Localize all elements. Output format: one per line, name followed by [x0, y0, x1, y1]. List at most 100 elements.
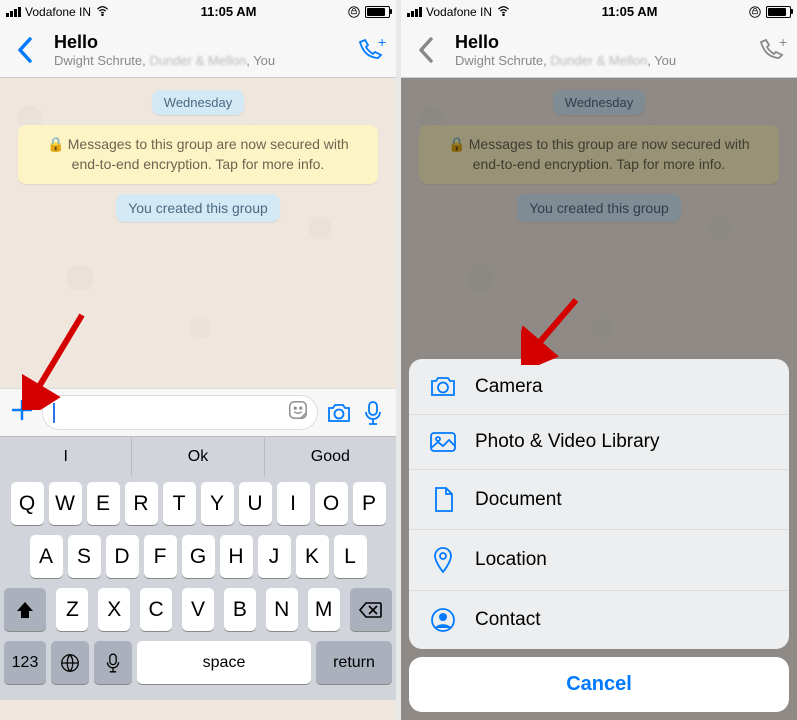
key-i[interactable]: I: [277, 482, 310, 525]
signal-icon: [407, 7, 422, 17]
chat-title: Hello: [54, 32, 342, 53]
wifi-icon: [95, 3, 110, 21]
key-h[interactable]: H: [220, 535, 253, 578]
key-return[interactable]: return: [316, 641, 392, 684]
mic-button[interactable]: [360, 400, 386, 426]
sheet-item-contact[interactable]: Contact: [409, 591, 789, 649]
key-c[interactable]: C: [140, 588, 172, 631]
status-time: 11:05 AM: [602, 4, 658, 19]
sheet-item-label: Camera: [475, 376, 543, 398]
key-o[interactable]: O: [315, 482, 348, 525]
orientation-lock-icon: [347, 5, 361, 19]
attach-button[interactable]: [10, 398, 34, 427]
key-m[interactable]: M: [308, 588, 340, 631]
key-space[interactable]: space: [137, 641, 311, 684]
key-d[interactable]: D: [106, 535, 139, 578]
keyboard: Q W E R T Y U I O P A S D F G H J K L Z: [0, 476, 396, 700]
input-bar: [0, 388, 396, 436]
date-pill: Wednesday: [152, 90, 244, 115]
key-w[interactable]: W: [49, 482, 82, 525]
key-a[interactable]: A: [30, 535, 63, 578]
key-t[interactable]: T: [163, 482, 196, 525]
back-button[interactable]: [10, 36, 40, 64]
key-n[interactable]: N: [266, 588, 298, 631]
attach-action-sheet: Camera Photo & Video Library Document Lo…: [401, 351, 797, 720]
key-j[interactable]: J: [258, 535, 291, 578]
sheet-item-camera[interactable]: Camera: [409, 359, 789, 415]
chat-title-block[interactable]: Hello Dwight Schrute, Dunder & Mellon, Y…: [455, 32, 743, 68]
nav-bar: Hello Dwight Schrute, Dunder & Mellon, Y…: [401, 23, 797, 78]
message-input[interactable]: [42, 395, 318, 430]
key-l[interactable]: L: [334, 535, 367, 578]
key-shift[interactable]: [4, 588, 46, 631]
key-b[interactable]: B: [224, 588, 256, 631]
encryption-notice[interactable]: 🔒Messages to this group are now secured …: [18, 125, 378, 184]
svg-text:+: +: [779, 38, 787, 50]
camera-button[interactable]: [326, 402, 352, 424]
location-icon: [429, 546, 457, 574]
key-g[interactable]: G: [182, 535, 215, 578]
status-bar: Vodafone IN 11:05 AM: [0, 0, 396, 23]
camera-icon: [429, 375, 457, 398]
suggestion-1[interactable]: I: [0, 437, 132, 476]
key-y[interactable]: Y: [201, 482, 234, 525]
sheet-item-label: Document: [475, 489, 562, 511]
key-dictation[interactable]: [94, 641, 132, 684]
lock-icon: 🔒: [47, 136, 64, 152]
sheet-item-library[interactable]: Photo & Video Library: [409, 415, 789, 470]
status-left: Vodafone IN: [6, 3, 110, 21]
key-z[interactable]: Z: [56, 588, 88, 631]
svg-text:+: +: [378, 38, 386, 50]
sheet-item-label: Contact: [475, 609, 540, 631]
key-q[interactable]: Q: [11, 482, 44, 525]
key-p[interactable]: P: [353, 482, 386, 525]
status-right: [347, 5, 390, 19]
key-v[interactable]: V: [182, 588, 214, 631]
sheet-item-document[interactable]: Document: [409, 470, 789, 530]
text-caret: [53, 403, 55, 423]
nav-bar: Hello Dwight Schrute, Dunder & Mellon, Y…: [0, 23, 396, 78]
orientation-lock-icon: [748, 5, 762, 19]
key-f[interactable]: F: [144, 535, 177, 578]
suggestion-bar: I Ok Good: [0, 436, 396, 476]
key-k[interactable]: K: [296, 535, 329, 578]
signal-icon: [6, 7, 21, 17]
sticker-button[interactable]: [287, 399, 309, 426]
call-button[interactable]: +: [356, 38, 386, 62]
document-icon: [429, 486, 457, 513]
action-sheet-list: Camera Photo & Video Library Document Lo…: [409, 359, 789, 649]
key-globe[interactable]: [51, 641, 89, 684]
carrier-label: Vodafone IN: [426, 5, 492, 19]
system-notice: You created this group: [116, 194, 280, 222]
photo-icon: [429, 431, 457, 453]
key-x[interactable]: X: [98, 588, 130, 631]
carrier-label: Vodafone IN: [25, 5, 91, 19]
sheet-item-label: Photo & Video Library: [475, 431, 660, 453]
key-s[interactable]: S: [68, 535, 101, 578]
key-e[interactable]: E: [87, 482, 120, 525]
keyboard-row-3: Z X C V B N M: [4, 588, 392, 631]
chat-members: Dwight Schrute, Dunder & Mellon, You: [455, 53, 743, 68]
status-right: [748, 5, 791, 19]
contact-icon: [429, 607, 457, 633]
sheet-cancel-button[interactable]: Cancel: [409, 657, 789, 712]
battery-icon: [766, 6, 791, 18]
key-u[interactable]: U: [239, 482, 272, 525]
keyboard-row-2: A S D F G H J K L: [4, 535, 392, 578]
wifi-icon: [496, 3, 511, 21]
key-123[interactable]: 123: [4, 641, 46, 684]
key-r[interactable]: R: [125, 482, 158, 525]
chat-title-block[interactable]: Hello Dwight Schrute, Dunder & Mellon, Y…: [54, 32, 342, 68]
key-delete[interactable]: [350, 588, 392, 631]
chat-members: Dwight Schrute, Dunder & Mellon, You: [54, 53, 342, 68]
sheet-item-label: Location: [475, 549, 547, 571]
back-button[interactable]: [411, 36, 441, 64]
chat-body[interactable]: Wednesday 🔒Messages to this group are no…: [0, 78, 396, 388]
chat-title: Hello: [455, 32, 743, 53]
keyboard-row-1: Q W E R T Y U I O P: [4, 482, 392, 525]
battery-icon: [365, 6, 390, 18]
call-button[interactable]: +: [757, 38, 787, 62]
suggestion-3[interactable]: Good: [265, 437, 396, 476]
sheet-item-location[interactable]: Location: [409, 530, 789, 591]
suggestion-2[interactable]: Ok: [132, 437, 264, 476]
